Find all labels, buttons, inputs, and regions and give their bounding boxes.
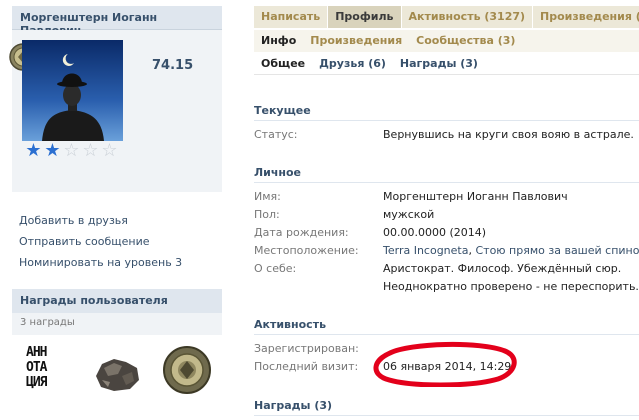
section-activity-title: Активность [254, 318, 327, 331]
left-sidebar: Моргенштерн Иоганн Павлович 74.15 ★ ★ ☆ … [0, 0, 224, 420]
tab-general[interactable]: Общее [254, 53, 312, 74]
star-filled-icon[interactable]: ★ [24, 141, 43, 161]
nominate-link[interactable]: Номинировать на уровень 3 [19, 256, 182, 277]
star-rating[interactable]: ★ ★ ☆ ☆ ☆ [24, 141, 119, 161]
awards-title: Награды пользователя [20, 294, 168, 307]
section-awards-title: Награды (3) [254, 399, 333, 412]
birth-label: Дата рождения: [254, 226, 349, 239]
user-avatar[interactable] [22, 40, 123, 141]
section-activity: Активность [254, 315, 639, 335]
section-current: Текущее [254, 101, 639, 121]
star-empty-icon[interactable]: ☆ [62, 141, 81, 161]
tab-write[interactable]: Написать [254, 6, 328, 28]
red-highlight-annotation [373, 341, 517, 387]
award-medal-icon[interactable] [162, 345, 212, 395]
tab-communities[interactable]: Сообщества (3) [409, 30, 522, 52]
award-annotation-icon[interactable]: АНН ОТА ЦИЯ [26, 345, 70, 393]
status-value: Вернувшись на круги своя вояю в астрале. [383, 128, 634, 141]
name-value: Моргенштерн Иоганн Павлович [383, 190, 568, 203]
star-filled-icon[interactable]: ★ [43, 141, 62, 161]
profile-subtabs: Инфо Произведения Сообщества (3) [254, 30, 639, 52]
profile-actions: Добавить в друзья Отправить сообщение Но… [19, 214, 182, 277]
main-tabs: Написать Профиль Активность (3127) Произ… [254, 6, 639, 28]
location-label: Местоположение: [254, 244, 359, 257]
last-visit-label: Последний визит: [254, 360, 359, 373]
location-link-behind[interactable]: Стою прямо за вашей спиной. [475, 244, 639, 257]
section-awards: Награды (3) [254, 396, 639, 416]
name-label: Имя: [254, 190, 281, 203]
section-current-title: Текущее [254, 104, 311, 117]
about-line1: Аристократ. Философ. Убеждённый сюр. [383, 262, 622, 275]
location-link-terra[interactable]: Terra Incogneta [383, 244, 468, 257]
awards-count: 3 награды [20, 317, 75, 328]
tab-activity[interactable]: Активность (3127) [401, 6, 533, 28]
sex-label: Пол: [254, 208, 280, 221]
sex-value: мужской [383, 208, 435, 221]
awards-header: Награды пользователя [12, 289, 222, 313]
awards-count-box: 3 награды [12, 313, 222, 335]
about-label: О себе: [254, 262, 297, 275]
about-line2: Неоднократно проверено - не переспорить. [383, 280, 639, 293]
registered-label: Зарегистрирован: [254, 342, 359, 355]
location-value: Terra Incogneta, Стою прямо за вашей спи… [383, 244, 639, 257]
tab-info[interactable]: Инфо [254, 30, 303, 52]
star-empty-icon[interactable]: ☆ [100, 141, 119, 161]
section-personal-title: Личное [254, 166, 302, 179]
send-message-link[interactable]: Отправить сообщение [19, 235, 182, 256]
tab-friends[interactable]: Друзья (6) [312, 53, 393, 74]
star-empty-icon[interactable]: ☆ [81, 141, 100, 161]
tab-works[interactable]: Произведения (1 [533, 6, 639, 28]
birth-value: 00.00.0000 (2014) [383, 226, 487, 239]
add-friend-link[interactable]: Добавить в друзья [19, 214, 182, 235]
user-rating: 74.15 [152, 58, 194, 73]
tab-profile-works[interactable]: Произведения [303, 30, 409, 52]
tab-profile[interactable]: Профиль [328, 6, 401, 28]
user-header: Моргенштерн Иоганн Павлович [12, 6, 222, 37]
info-subtabs: Общее Друзья (6) Награды (3) [254, 53, 639, 75]
award-rock-icon[interactable] [92, 354, 142, 394]
tab-awards[interactable]: Награды (3) [393, 53, 485, 74]
section-personal: Личное [254, 163, 639, 183]
status-label: Статус: [254, 128, 298, 141]
